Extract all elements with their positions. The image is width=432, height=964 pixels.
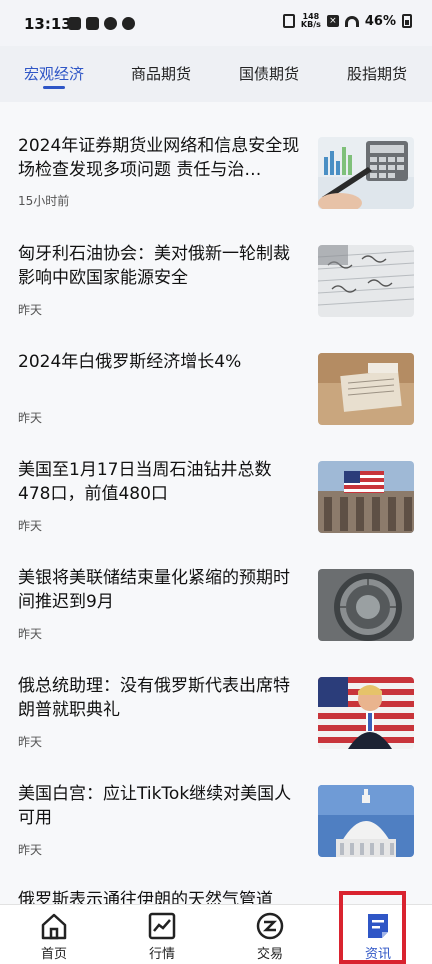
tab-macro-economy[interactable]: 宏观经济 xyxy=(24,63,84,84)
home-icon xyxy=(41,913,67,940)
tab-index-futures[interactable]: 股指期货 xyxy=(347,63,407,84)
tab-commodity-futures[interactable]: 商品期货 xyxy=(131,63,191,84)
news-time: 昨天 xyxy=(18,303,43,317)
tab-treasury-futures[interactable]: 国债期货 xyxy=(239,63,299,84)
news-time: 昨天 xyxy=(18,519,43,533)
news-item[interactable]: 美银将美联储结束量化紧缩的预期时间推迟到9月 昨天 xyxy=(0,534,432,642)
news-title: 俄罗斯表示通往伊朗的天然气管道 xyxy=(18,890,273,904)
news-time: 昨天 xyxy=(18,627,43,641)
news-thumbnail xyxy=(318,677,414,749)
nav-home-label: 首页 xyxy=(40,947,67,962)
bottom-navigation: 首页 行情 交易 资讯 xyxy=(0,904,432,964)
news-item[interactable]: 俄罗斯表示通往伊朗的天然气管道 xyxy=(0,858,432,904)
status-time: 13:13 xyxy=(24,15,72,33)
news-thumbnail xyxy=(318,353,414,425)
news-title: 匈牙利石油协会：美对俄新一轮制裁影响中欧国家能源安全 xyxy=(18,244,290,288)
app-notification-icon xyxy=(104,17,117,30)
trade-icon xyxy=(256,912,284,940)
chart-icon xyxy=(148,912,176,940)
nav-trade[interactable]: 交易 xyxy=(216,905,324,964)
app-notification-icon xyxy=(68,17,81,30)
tiktok-icon xyxy=(122,17,135,30)
news-thumbnail xyxy=(318,245,414,317)
news-item[interactable]: 匈牙利石油协会：美对俄新一轮制裁影响中欧国家能源安全 昨天 xyxy=(0,210,432,318)
net-speed: 148 KB/s xyxy=(301,13,321,29)
vibrate-icon xyxy=(282,14,295,28)
net-speed-unit: KB/s xyxy=(300,20,321,29)
news-icon xyxy=(368,914,388,938)
news-thumbnail xyxy=(318,569,414,641)
nav-trade-label: 交易 xyxy=(256,947,283,962)
news-item[interactable]: 美国白宫：应让TikTok继续对美国人可用 昨天 xyxy=(0,750,432,858)
wifi-icon xyxy=(344,15,359,27)
news-thumbnail xyxy=(318,785,414,857)
news-item[interactable]: 2024年证券期货业网络和信息安全现场检查发现多项问题 责任与治… 15小时前 xyxy=(0,102,432,210)
news-thumbnail xyxy=(318,461,414,533)
status-indicators: 148 KB/s × 46% xyxy=(282,13,412,29)
news-title: 俄总统助理：没有俄罗斯代表出席特朗普就职典礼 xyxy=(18,676,290,720)
news-title: 美银将美联储结束量化紧缩的预期时间推迟到9月 xyxy=(18,568,290,612)
news-list: 2024年证券期货业网络和信息安全现场检查发现多项问题 责任与治… 15小时前 … xyxy=(0,102,432,904)
news-time: 15小时前 xyxy=(18,194,70,208)
active-tab-indicator xyxy=(43,86,65,89)
category-tabs: 宏观经济 商品期货 国债期货 股指期货 xyxy=(0,46,432,102)
status-bar: 13:13 148 KB/s × 46% xyxy=(0,0,432,46)
news-item[interactable]: 美国至1月17日当周石油钻井总数478口，前值480口 昨天 xyxy=(0,426,432,534)
news-thumbnail xyxy=(318,137,414,209)
battery-level: 46% xyxy=(364,13,396,29)
battery-icon xyxy=(402,14,412,28)
nav-news-label: 资讯 xyxy=(364,947,391,962)
news-title: 美国白宫：应让TikTok继续对美国人可用 xyxy=(18,784,292,828)
news-time: 昨天 xyxy=(18,411,43,425)
nav-market-label: 行情 xyxy=(148,947,175,962)
nav-market[interactable]: 行情 xyxy=(108,905,216,964)
news-title: 美国至1月17日当周石油钻井总数478口，前值480口 xyxy=(18,460,272,504)
news-title: 2024年证券期货业网络和信息安全现场检查发现多项问题 责任与治… xyxy=(18,136,300,180)
nav-home[interactable]: 首页 xyxy=(0,905,108,964)
no-sim-icon: × xyxy=(326,15,339,27)
notification-icons xyxy=(68,17,135,30)
news-time: 昨天 xyxy=(18,843,43,857)
nav-news[interactable]: 资讯 xyxy=(324,905,432,964)
news-item[interactable]: 2024年白俄罗斯经济增长4% 昨天 xyxy=(0,318,432,426)
news-title: 2024年白俄罗斯经济增长4% xyxy=(18,352,242,372)
app-notification-icon xyxy=(86,17,99,30)
news-item[interactable]: 俄总统助理：没有俄罗斯代表出席特朗普就职典礼 昨天 xyxy=(0,642,432,750)
news-time: 昨天 xyxy=(18,735,43,749)
